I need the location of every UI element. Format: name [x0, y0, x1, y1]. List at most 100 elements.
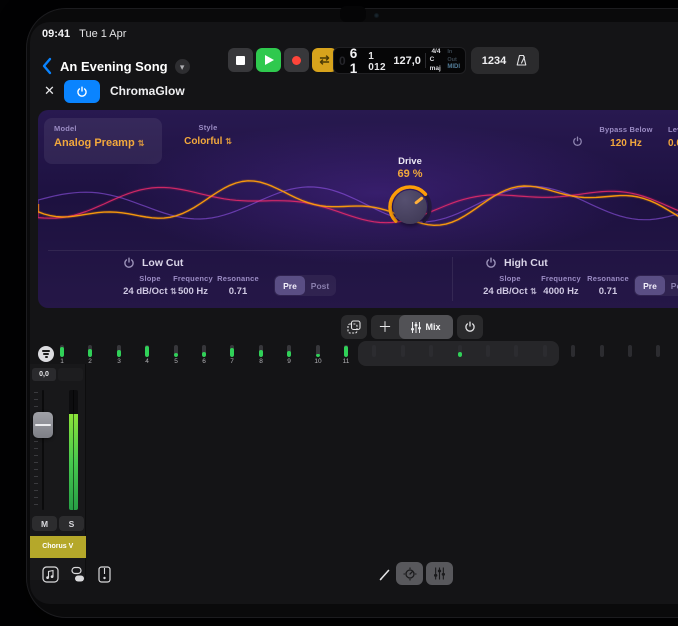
style-selector[interactable]: Style Colorful ⇅	[166, 123, 250, 147]
overview-meter-tick[interactable]	[514, 345, 518, 357]
power-icon	[572, 136, 583, 147]
low-cut-power-button[interactable]	[123, 257, 135, 269]
overview-meter-tick[interactable]	[344, 345, 348, 357]
overview-meter-tick[interactable]	[543, 345, 547, 357]
overview-meter-tick[interactable]	[401, 345, 405, 357]
count-in-label: 1234	[482, 55, 506, 67]
overview-meter-tick[interactable]	[486, 345, 490, 357]
pre-button[interactable]: Pre	[275, 276, 305, 295]
stepper-icon: ⇅	[138, 139, 145, 148]
fader-handle[interactable]	[33, 412, 53, 438]
level-value: 0.0	[668, 138, 678, 149]
controls-view-button[interactable]	[396, 562, 423, 585]
overview-meter-tick[interactable]	[230, 345, 234, 357]
waveform-visualization	[38, 158, 678, 250]
overview-meter-tick[interactable]	[316, 345, 320, 357]
mix-label: Mix	[425, 322, 440, 332]
count-in-button[interactable]: 1234	[471, 47, 539, 74]
model-label: Model	[54, 124, 162, 133]
record-button[interactable]	[284, 48, 309, 72]
overview-meter-tick[interactable]	[458, 345, 462, 357]
solo-button[interactable]: S	[59, 516, 84, 531]
high-cut-power-button[interactable]	[485, 257, 497, 269]
duplicate-button[interactable]	[341, 315, 367, 339]
mute-button[interactable]: M	[32, 516, 57, 531]
play-icon	[265, 55, 274, 65]
power-icon	[123, 257, 135, 269]
overview-meter-tick[interactable]	[145, 345, 149, 357]
plugin-power-button[interactable]	[64, 80, 100, 103]
bypass-below-control[interactable]: Bypass Below 120 Hz	[590, 125, 662, 149]
status-time: 09:41	[42, 28, 70, 40]
close-plugin-button[interactable]: ✕	[44, 83, 55, 99]
lcd-divider	[425, 53, 426, 68]
overview-meter-tick[interactable]	[429, 345, 433, 357]
overview-meter-tick[interactable]	[372, 345, 376, 357]
bypass-power-button[interactable]	[572, 136, 583, 147]
low-cut-pre-post: Pre Post	[274, 275, 336, 296]
pre-button[interactable]: Pre	[635, 276, 665, 295]
power-icon	[485, 257, 497, 269]
overview-meter-tick[interactable]	[259, 345, 263, 357]
overview-meter-tick[interactable]	[174, 345, 178, 357]
post-button[interactable]: Post	[305, 276, 335, 295]
back-button[interactable]	[40, 56, 54, 76]
lcd-time-signature: 4/4	[431, 48, 440, 56]
overview-meter-tick[interactable]	[287, 345, 291, 357]
overview-meter-tick[interactable]	[60, 345, 64, 357]
record-icon	[292, 56, 301, 65]
level-label: Leve	[668, 125, 678, 134]
duplicate-icon	[347, 320, 361, 334]
fader-zone	[30, 390, 86, 510]
project-title[interactable]: An Evening Song	[60, 59, 168, 74]
lcd-io-label: In Out	[447, 49, 460, 63]
bypass-below-value: 120 Hz	[590, 138, 662, 149]
chevron-down-icon[interactable]: ▾	[175, 59, 190, 74]
edit-button[interactable]	[378, 568, 392, 582]
status-bar: 09:41Tue 1 Apr	[42, 28, 126, 40]
metronome-icon[interactable]	[515, 54, 528, 67]
play-button[interactable]	[256, 48, 281, 72]
transport-controls: ⇄	[228, 48, 337, 72]
fader-track[interactable]	[42, 390, 44, 510]
drive-label: Drive	[374, 156, 446, 167]
knob-view-icon	[403, 567, 417, 581]
track-tab[interactable]: Chorus V	[30, 536, 86, 558]
mixer-strips: 0,0 -9,3 M S	[30, 364, 678, 580]
browser-button[interactable]	[70, 566, 86, 583]
stop-button[interactable]	[228, 48, 253, 72]
plugin-name: ChromaGlow	[110, 84, 185, 98]
overview-meter-tick[interactable]	[202, 345, 206, 357]
peak-readout[interactable]	[58, 368, 83, 381]
overview-meter-tick[interactable]	[571, 345, 575, 357]
post-button[interactable]: Post	[665, 276, 678, 295]
faders-icon	[411, 322, 421, 333]
low-cut-resonance[interactable]: Resonance 0.71	[206, 274, 270, 297]
back-chevron-icon	[40, 56, 54, 76]
stepper-icon: ⇅	[225, 137, 232, 146]
mixer-power-button[interactable]	[457, 315, 483, 339]
low-cut-title: Low Cut	[142, 257, 183, 269]
mix-view-button[interactable]: Mix	[399, 315, 453, 339]
high-cut-resonance[interactable]: Resonance 0.71	[576, 274, 640, 297]
play-surface-button[interactable]	[98, 566, 111, 583]
level-control[interactable]: Leve 0.0	[668, 125, 678, 149]
overview-meter-tick[interactable]	[656, 345, 660, 357]
overview-meter-tick[interactable]	[117, 345, 121, 357]
overview-meter-tick[interactable]	[88, 345, 92, 357]
camera-icon	[374, 13, 379, 18]
lcd-display[interactable]: 0 6 1 1 012 127,0 4/4 C maj In Out MIDI	[333, 47, 466, 74]
chromaglow-panel: Model Analog Preamp ⇅ Style Colorful ⇅ B…	[38, 110, 678, 308]
add-track-button[interactable]: ＋	[371, 315, 399, 339]
close-icon: ✕	[44, 83, 55, 98]
lcd-div-tick: 1 012	[368, 51, 387, 73]
lcd-tempo: 127,0	[393, 55, 421, 67]
drive-knob[interactable]	[385, 182, 435, 232]
loop-browser-button[interactable]	[42, 566, 59, 583]
model-value: Analog Preamp	[54, 137, 135, 149]
volume-readout[interactable]: 0,0	[32, 368, 56, 381]
style-value: Colorful	[184, 136, 222, 147]
faders-view-button[interactable]	[426, 562, 453, 585]
overview-meter-tick[interactable]	[600, 345, 604, 357]
overview-meter-tick[interactable]	[628, 345, 632, 357]
